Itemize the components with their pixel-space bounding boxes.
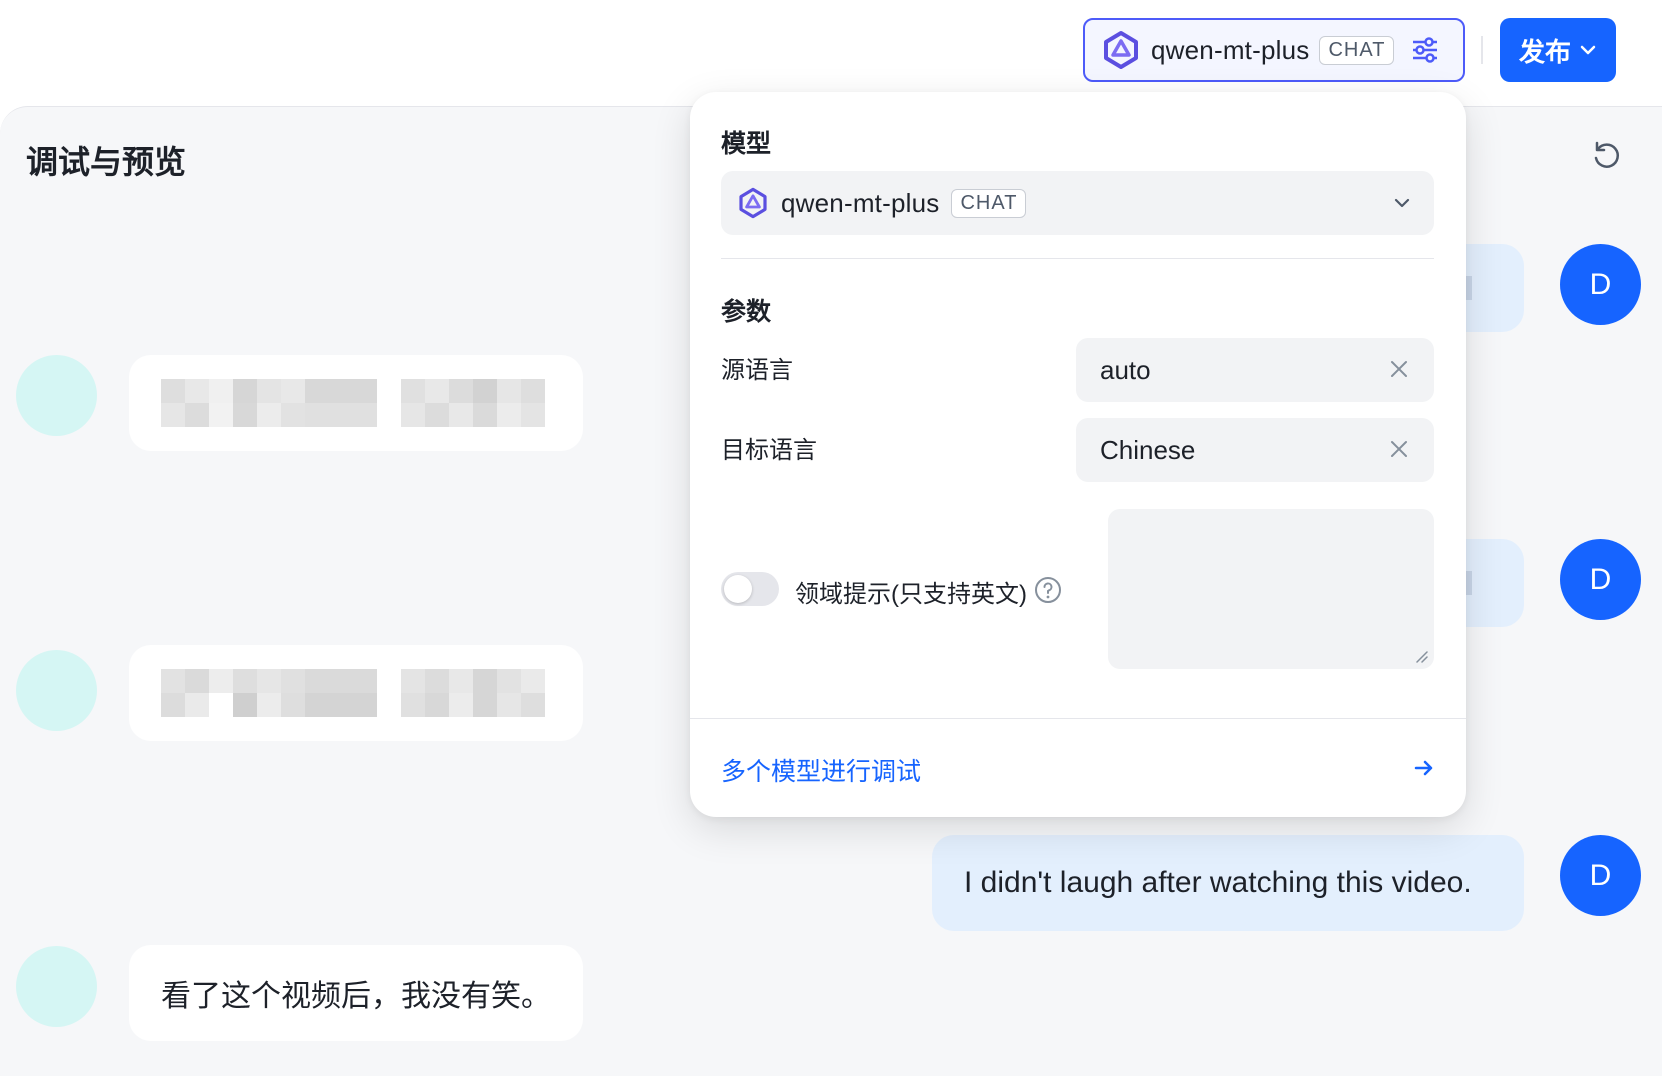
arrow-right-icon[interactable] [1412,756,1436,780]
toolbar-divider [1481,36,1483,64]
bot-message-bubble [129,355,583,451]
qwen-logo-icon [739,187,767,219]
model-selector-pill[interactable]: qwen-mt-plus CHAT [1083,18,1465,82]
model-name: qwen-mt-plus [1151,34,1310,65]
qwen-logo-icon [1104,31,1138,69]
clear-icon[interactable] [1388,358,1410,380]
user-avatar: D [1560,244,1641,325]
footer-divider [690,718,1466,719]
domain-hint-toggle[interactable] [721,572,779,606]
publish-label: 发布 [1518,36,1571,67]
multi-model-debug-link[interactable]: 多个模型进行调试 [721,752,921,788]
target-language-value: Chinese [1100,434,1196,465]
top-bar: qwen-mt-plus CHAT 发布 [0,0,1662,106]
domain-hint-textarea[interactable] [1108,509,1434,669]
bot-message-bubble [129,645,583,741]
panel-title: 调试与预览 [26,144,187,180]
model-section-title: 模型 [721,130,772,158]
selected-model-name: qwen-mt-plus [781,187,940,218]
section-divider [721,258,1434,259]
toggle-knob [724,575,752,603]
bot-message-bubble: 看了这个视频后，我没有笑。 [129,945,583,1041]
pixelated-text [161,379,545,427]
pixelated-text [161,669,545,717]
domain-hint-label: 领域提示(只支持英文) [795,581,1027,608]
help-icon[interactable] [1034,576,1062,604]
model-type-badge: CHAT [1319,35,1395,65]
model-config-popover: 模型 qwen-mt-plus CHAT 参数 源语言 auto 目标语言 Ch… [690,92,1466,817]
bot-avatar [16,650,97,731]
source-language-label: 源语言 [721,357,793,384]
bot-avatar [16,355,97,436]
resize-grip-icon[interactable] [1414,649,1428,663]
bot-message-text: 看了这个视频后，我没有笑。 [161,980,551,1013]
user-avatar: D [1560,539,1641,620]
user-message-text: I didn't laugh after watching this video… [964,866,1472,899]
source-language-select[interactable]: auto [1076,338,1434,402]
model-type-badge: CHAT [951,188,1027,218]
user-message-bubble: I didn't laugh after watching this video… [932,835,1524,931]
app-root: qwen-mt-plus CHAT 发布 调试与预览 D D I didn't … [0,0,1662,1076]
clear-icon[interactable] [1388,438,1410,460]
bot-avatar [16,946,97,1027]
params-section-title: 参数 [721,298,772,326]
publish-button[interactable]: 发布 [1500,18,1616,82]
refresh-icon[interactable] [1590,139,1624,173]
sliders-icon[interactable] [1410,35,1440,65]
user-avatar: D [1560,835,1641,916]
chevron-down-icon [1394,198,1410,208]
source-language-value: auto [1100,354,1151,385]
target-language-label: 目标语言 [721,437,817,464]
target-language-select[interactable]: Chinese [1076,418,1434,482]
model-select-dropdown[interactable]: qwen-mt-plus CHAT [721,171,1434,235]
chevron-down-icon [1580,45,1596,55]
